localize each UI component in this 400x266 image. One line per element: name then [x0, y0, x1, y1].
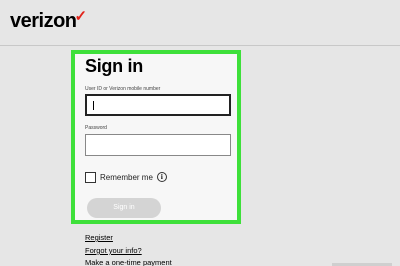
- forgot-info-link[interactable]: Forgot your info?: [85, 246, 142, 255]
- text-caret: [93, 101, 94, 110]
- one-time-payment-link[interactable]: Make a one-time payment: [85, 258, 172, 266]
- user-id-input[interactable]: [85, 94, 231, 116]
- logo-text: verizon: [10, 10, 77, 32]
- remember-me-label: Remember me: [100, 172, 153, 182]
- register-link[interactable]: Register: [85, 233, 113, 242]
- checkmark-icon: ✓: [74, 8, 87, 25]
- verizon-logo[interactable]: verizon ✓: [10, 8, 87, 33]
- password-label: Password: [85, 125, 107, 131]
- password-input[interactable]: [85, 134, 231, 156]
- signin-button[interactable]: Sign in: [87, 198, 161, 218]
- page-title: Sign in: [85, 56, 143, 76]
- remember-me-row: Remember me i: [85, 170, 167, 184]
- user-id-label: User ID or Verizon mobile number: [85, 86, 161, 92]
- signin-panel: Sign in User ID or Verizon mobile number…: [71, 50, 241, 224]
- info-icon[interactable]: i: [156, 172, 167, 182]
- site-header: verizon ✓: [0, 0, 400, 46]
- remember-me-checkbox[interactable]: [85, 171, 96, 183]
